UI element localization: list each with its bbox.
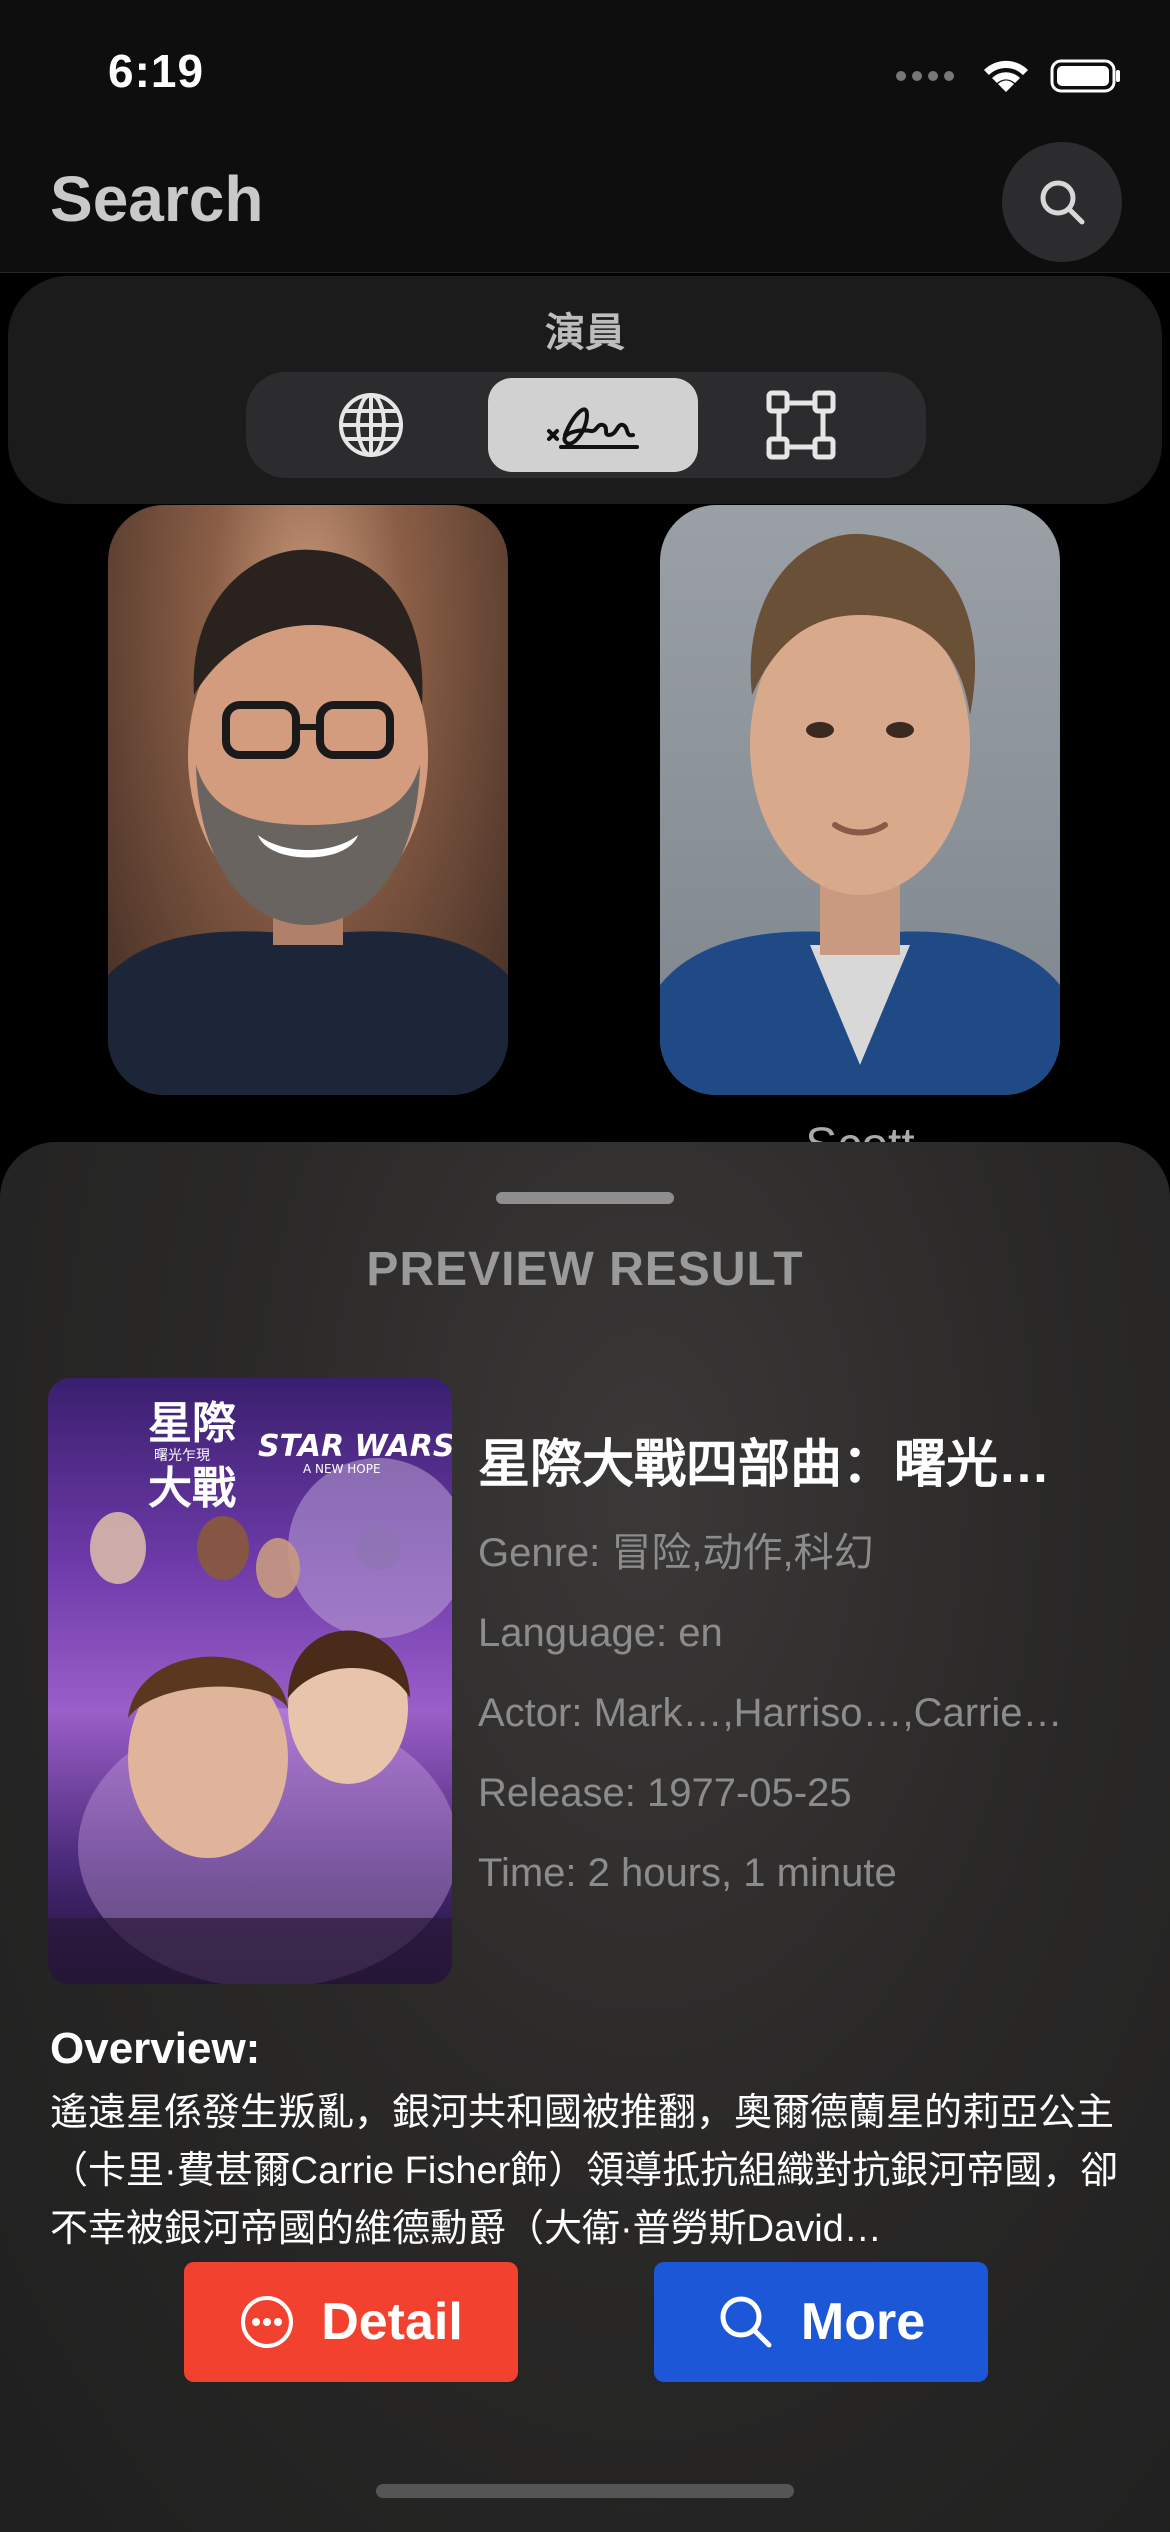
crop-frame-icon xyxy=(766,390,836,460)
segment-crop[interactable] xyxy=(696,378,906,472)
poster-zh-title-2: 大戰 xyxy=(148,1463,236,1514)
actor-photo xyxy=(108,549,508,1095)
poster-art: 星際 曙光乍現 大戰 STAR WARS A NEW HOPE xyxy=(48,1398,452,1984)
movie-language: Language: en xyxy=(478,1611,723,1655)
nav-bar: Search xyxy=(0,140,1170,273)
status-icons xyxy=(896,56,1122,96)
overview-label: Overview: xyxy=(50,2024,261,2073)
search-icon xyxy=(720,2296,772,2348)
movie-title: 星際大戰四部曲：曙光… xyxy=(478,1436,1051,1494)
movie-genre: Genre: 冒险,动作,科幻 xyxy=(478,1531,874,1575)
search-button[interactable] xyxy=(1002,142,1122,262)
preview-sheet: PREVIEW RESULT 星際 曙光乍現 大戰 STAR WARS A NE… xyxy=(0,1142,1170,2532)
poster-zh-title-1: 星際 xyxy=(148,1398,236,1449)
poster-star-wars: STAR WARS xyxy=(258,1429,452,1464)
more-button-label: More xyxy=(800,2293,926,2351)
wifi-icon xyxy=(984,60,1028,92)
movie-actors: Actor: Mark…,Harriso…,Carrie… xyxy=(478,1691,1063,1735)
poster-new-hope: A NEW HOPE xyxy=(303,1462,381,1476)
sheet-grabber[interactable] xyxy=(496,1192,674,1204)
globe-icon xyxy=(339,393,403,457)
battery-icon xyxy=(1050,59,1120,93)
movie-info: 星際大戰四部曲：曙光… Genre: 冒险,动作,科幻 Language: en… xyxy=(478,1422,1118,1923)
poster-zh-subtitle: 曙光乍現 xyxy=(154,1448,210,1464)
search-icon xyxy=(1040,180,1085,225)
signal-dots-icon xyxy=(896,71,954,81)
home-indicator xyxy=(376,2484,794,2498)
status-bar: 6:19 xyxy=(0,0,1170,140)
overview-text: 遙遠星係發生叛亂，銀河共和國被推翻，奧爾德蘭星的莉亞公主（卡里·費甚爾Carri… xyxy=(50,2092,1119,2250)
actor-card[interactable] xyxy=(660,505,1060,1095)
movie-release: Release: 1977-05-25 xyxy=(478,1771,852,1815)
segmented-control xyxy=(246,372,926,478)
movie-runtime: Time: 2 hours, 1 minute xyxy=(478,1851,897,1895)
movie-poster[interactable]: 星際 曙光乍現 大戰 STAR WARS A NEW HOPE xyxy=(48,1378,452,1984)
segment-globe[interactable] xyxy=(266,378,476,472)
screen: 6:19 Search 演員 PREVIEW RESULT 星際 曙光乍現 大戰… xyxy=(0,0,1170,2532)
filter-title: 演員 xyxy=(545,311,625,355)
actor-card[interactable] xyxy=(108,505,508,1095)
more-dots-icon xyxy=(241,2296,294,2348)
detail-button[interactable]: Detail xyxy=(184,2262,518,2382)
filter-panel: 演員 xyxy=(8,276,1162,504)
signature-icon xyxy=(547,407,639,449)
sheet-heading: PREVIEW RESULT xyxy=(366,1243,804,1296)
segment-signature[interactable] xyxy=(488,378,698,472)
page-title: Search xyxy=(50,163,264,235)
actor-photo xyxy=(660,533,1060,1095)
status-time: 6:19 xyxy=(108,45,205,97)
more-button[interactable]: More xyxy=(654,2262,988,2382)
detail-button-label: Detail xyxy=(321,2293,463,2351)
